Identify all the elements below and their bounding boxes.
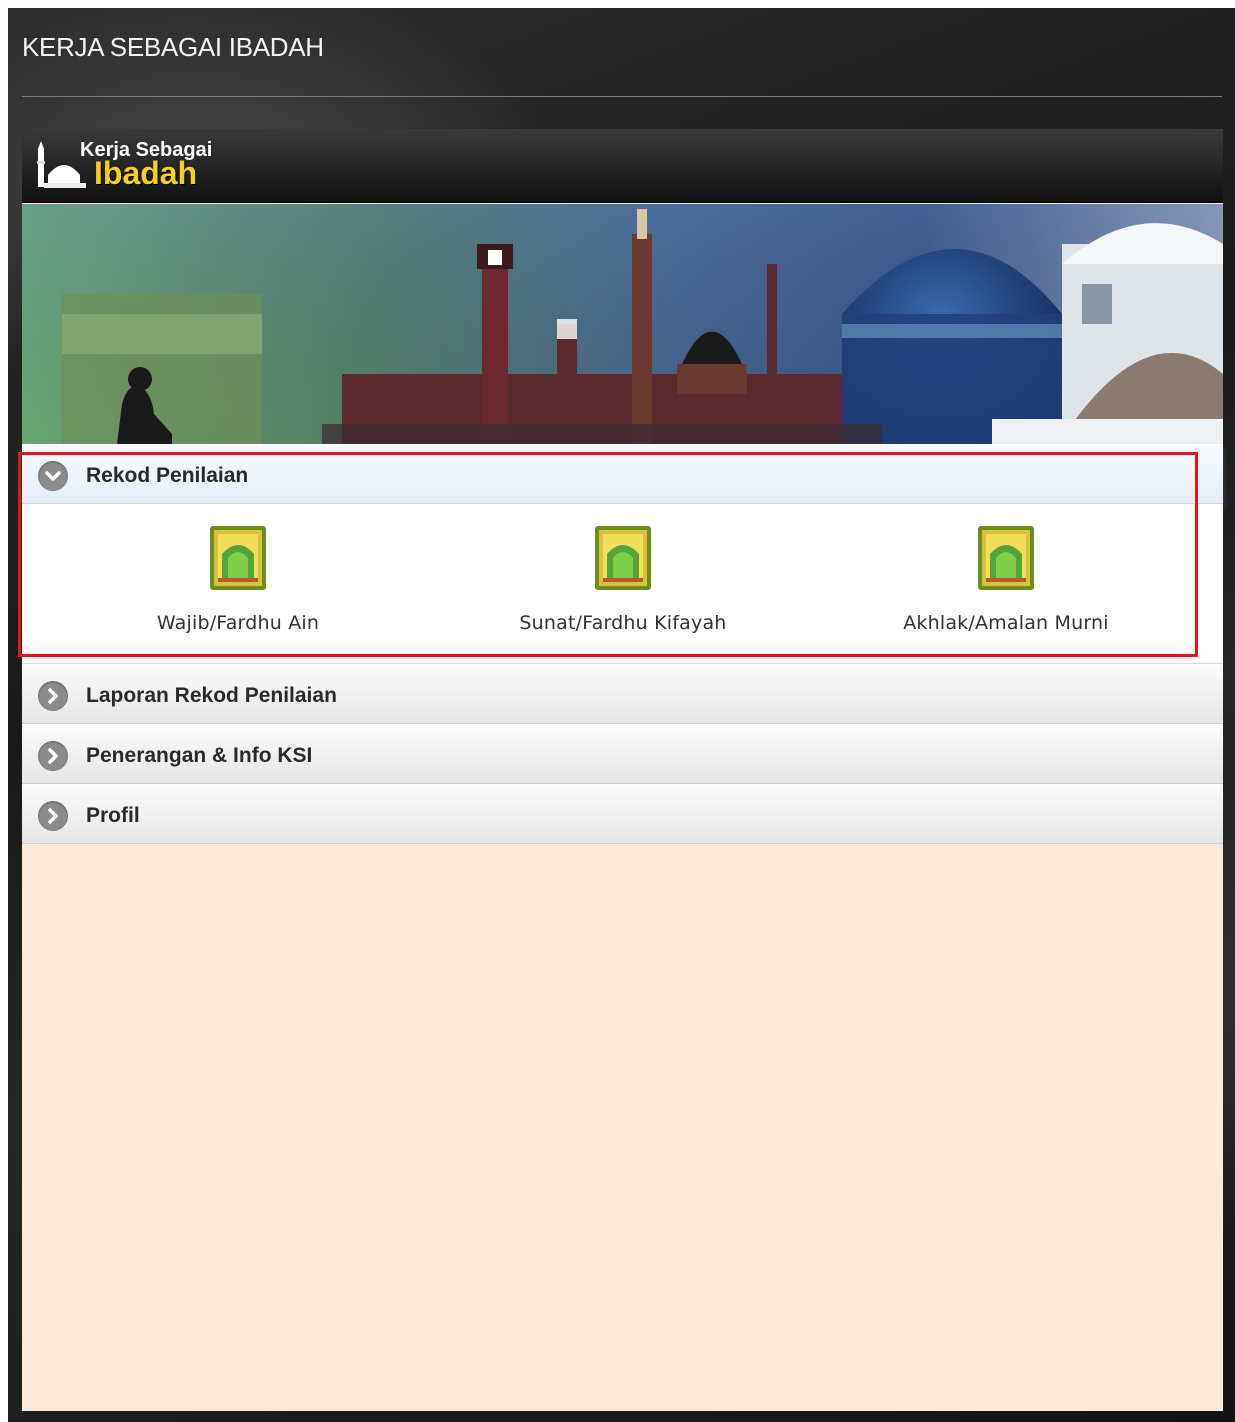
tile-label: Sunat/Fardhu Kifayah [519, 612, 727, 634]
prayer-mat-icon [978, 526, 1034, 590]
tile-label: Akhlak/Amalan Murni [903, 612, 1109, 634]
tile-label: Wajib/Fardhu Ain [156, 612, 320, 634]
app-frame: KERJA SEBAGAI IBADAH Kerja Sebagai Ibada… [8, 8, 1235, 1422]
tile-akhlak-amalan-murni[interactable]: Akhlak/Amalan Murni [856, 524, 1156, 634]
accordion-header-rekod-penilaian[interactable]: Rekod Penilaian [22, 444, 1223, 504]
chevron-right-icon [38, 681, 68, 711]
accordion-header-penerangan-info-ksi[interactable]: Penerangan & Info KSI [22, 724, 1223, 784]
accordion-label: Rekod Penilaian [86, 464, 249, 487]
title-divider [22, 96, 1222, 97]
accordion-label: Laporan Rekod Penilaian [86, 684, 337, 707]
chevron-down-icon [38, 461, 68, 491]
chevron-right-icon [38, 741, 68, 771]
accordion-panel-rekod-penilaian: Wajib/Fardhu Ain Sunat/Fardhu Kifayah Ak… [22, 504, 1223, 664]
page-title: KERJA SEBAGAI IBADAH [22, 32, 324, 62]
accordion-label: Penerangan & Info KSI [86, 744, 313, 767]
logo-bar: Kerja Sebagai Ibadah [22, 129, 1223, 203]
prayer-mat-icon [595, 526, 651, 590]
accordion-header-profil[interactable]: Profil [22, 784, 1223, 844]
chevron-right-icon [38, 801, 68, 831]
accordion-header-laporan-rekod-penilaian[interactable]: Laporan Rekod Penilaian [22, 664, 1223, 724]
tile-wajib-fardhu-ain[interactable]: Wajib/Fardhu Ain [88, 524, 388, 634]
prayer-mat-icon [210, 526, 266, 590]
app-container: Kerja Sebagai Ibadah Rekod Penilaian Waj… [22, 129, 1223, 1411]
accordion-menu: Rekod Penilaian Wajib/Fardhu Ain Sunat/F… [22, 444, 1223, 844]
tile-sunat-fardhu-kifayah[interactable]: Sunat/Fardhu Kifayah [473, 524, 773, 634]
banner-image [22, 204, 1223, 444]
logo-text-main: Ibadah [94, 155, 198, 191]
accordion-label: Profil [86, 804, 140, 827]
